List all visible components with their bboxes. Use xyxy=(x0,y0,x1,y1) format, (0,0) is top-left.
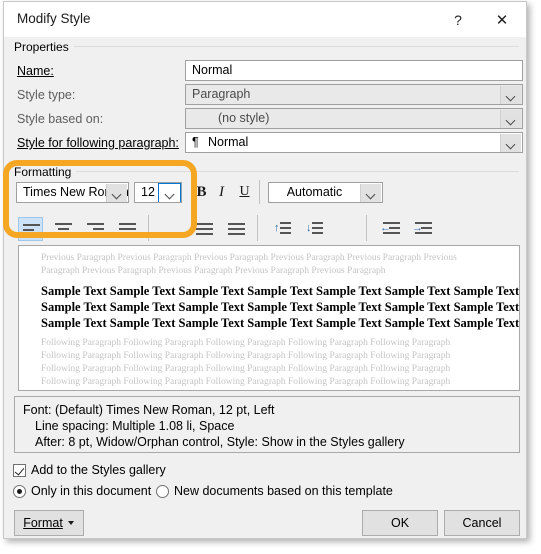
chevron-down-icon xyxy=(106,184,127,202)
align-center-button[interactable] xyxy=(51,217,76,241)
increase-indent-button[interactable]: → xyxy=(409,217,434,241)
only-this-document-radio[interactable] xyxy=(13,485,26,498)
preview-previous-line: Paragraph Previous Paragraph Previous Pa… xyxy=(41,266,386,276)
new-documents-label[interactable]: New documents based on this template xyxy=(174,484,393,498)
format-button[interactable]: Format xyxy=(14,510,84,536)
toolbar-divider xyxy=(148,215,149,241)
modify-style-dialog: Modify Style ? ✕ Properties Name: Normal… xyxy=(3,1,527,539)
chevron-down-icon xyxy=(500,110,521,128)
style-type-select[interactable]: Paragraph xyxy=(185,84,523,105)
align-extra-2-button[interactable] xyxy=(224,217,249,241)
preview-sample-line: Sample Text Sample Text Sample Text Samp… xyxy=(41,300,520,314)
cancel-button[interactable]: Cancel xyxy=(444,510,520,536)
style-for-following-paragraph-select[interactable]: ¶ Normal xyxy=(185,132,523,153)
line-spacing-decrease-button[interactable]: ↑ xyxy=(269,217,294,241)
chevron-down-icon xyxy=(500,86,521,104)
style-preview-pane: Previous Paragraph Previous Paragraph Pr… xyxy=(18,245,520,391)
toolbar-divider xyxy=(259,180,260,204)
preview-following-line: Following Paragraph Following Paragraph … xyxy=(41,364,451,374)
title-bar: Modify Style ? ✕ xyxy=(4,2,526,37)
page-title: Modify Style xyxy=(17,11,91,26)
align-right-icon xyxy=(87,222,104,236)
font-color-select[interactable]: Automatic xyxy=(268,182,383,203)
chevron-down-icon xyxy=(158,183,181,202)
align-justify-button[interactable] xyxy=(115,217,140,241)
description-line-1: Font: (Default) Times New Roman, 12 pt, … xyxy=(23,403,275,417)
style-based-on-value: (no style) xyxy=(218,111,270,125)
new-documents-radio[interactable] xyxy=(156,485,169,498)
only-this-document-label[interactable]: Only in this document xyxy=(31,484,151,498)
properties-group-label: Properties xyxy=(14,40,74,54)
ok-button[interactable]: OK xyxy=(362,510,438,536)
close-icon: ✕ xyxy=(495,11,509,29)
style-based-on-select[interactable]: (no style) xyxy=(185,108,523,129)
formatting-group-divider xyxy=(70,171,519,172)
align-right-button[interactable] xyxy=(83,217,108,241)
align-extra-1-button[interactable] xyxy=(192,217,217,241)
chevron-down-icon xyxy=(500,134,521,152)
preview-sample-line: Sample Text Sample Text Sample Text Samp… xyxy=(41,316,520,330)
description-line-3: After: 8 pt, Widow/Orphan control, Style… xyxy=(35,435,405,449)
preview-sample-line: Sample Text Sample Text Sample Text Samp… xyxy=(41,284,520,298)
line-spacing-increase-button[interactable]: ↓ xyxy=(301,217,326,241)
preview-following-line: Following Paragraph Following Paragraph … xyxy=(41,351,451,361)
align-left-button[interactable] xyxy=(18,217,43,241)
preview-previous-line: Previous Paragraph Previous Paragraph Pr… xyxy=(41,253,457,263)
font-size-select[interactable]: 12 xyxy=(134,182,182,203)
font-size-value: 12 xyxy=(141,185,155,199)
style-description: Font: (Default) Times New Roman, 12 pt, … xyxy=(14,396,520,453)
decrease-indent-button[interactable]: ← xyxy=(377,217,402,241)
chevron-down-icon xyxy=(360,184,381,202)
align-center-icon xyxy=(55,222,72,236)
decrease-indent-icon: ← xyxy=(380,221,400,237)
close-button[interactable]: ✕ xyxy=(480,2,524,37)
line-spacing-decrease-icon: ↑ xyxy=(273,221,291,237)
style-for-following-paragraph-value: Normal xyxy=(208,135,249,149)
description-line-2: Line spacing: Multiple 1.08 li, Space xyxy=(35,419,235,433)
name-input[interactable]: Normal xyxy=(185,60,523,81)
ok-button-label: OK xyxy=(390,516,410,530)
font-color-value: Automatic xyxy=(286,185,343,199)
style-type-label: Style type: xyxy=(17,88,76,102)
font-name-select[interactable]: Times New Roman xyxy=(16,182,129,203)
help-button[interactable]: ? xyxy=(436,2,480,37)
add-to-styles-gallery-checkbox[interactable] xyxy=(13,464,26,477)
preview-following-line: Following Paragraph Following Paragraph … xyxy=(41,338,451,348)
name-label: Name: xyxy=(17,64,54,78)
style-based-on-label: Style based on: xyxy=(17,112,104,126)
question-mark-icon: ? xyxy=(454,11,462,28)
italic-button[interactable]: I xyxy=(209,180,234,204)
underline-icon: U xyxy=(239,184,250,199)
toolbar-divider xyxy=(366,215,367,241)
style-for-following-paragraph-label: Style for following paragraph: xyxy=(17,136,179,150)
italic-icon: I xyxy=(219,183,224,200)
pilcrow-icon: ¶ xyxy=(192,135,199,149)
add-to-styles-gallery-label[interactable]: Add to the Styles gallery xyxy=(31,463,166,477)
preview-following-line: Following Paragraph Following Paragraph … xyxy=(41,377,451,387)
align-justify-icon xyxy=(196,222,213,236)
formatting-group-label: Formatting xyxy=(14,165,77,179)
caret-down-icon xyxy=(68,521,74,525)
toolbar-divider xyxy=(257,215,258,241)
cancel-button-label: Cancel xyxy=(462,516,502,530)
format-button-label: Format xyxy=(23,516,63,530)
align-left-icon xyxy=(23,223,40,237)
align-justify-icon xyxy=(228,222,245,236)
underline-button[interactable]: U xyxy=(232,180,257,204)
style-type-value: Paragraph xyxy=(192,87,251,101)
properties-group-divider xyxy=(67,46,519,47)
align-justify-icon xyxy=(119,222,136,236)
line-spacing-increase-icon: ↓ xyxy=(305,221,323,237)
increase-indent-icon: → xyxy=(412,221,432,237)
